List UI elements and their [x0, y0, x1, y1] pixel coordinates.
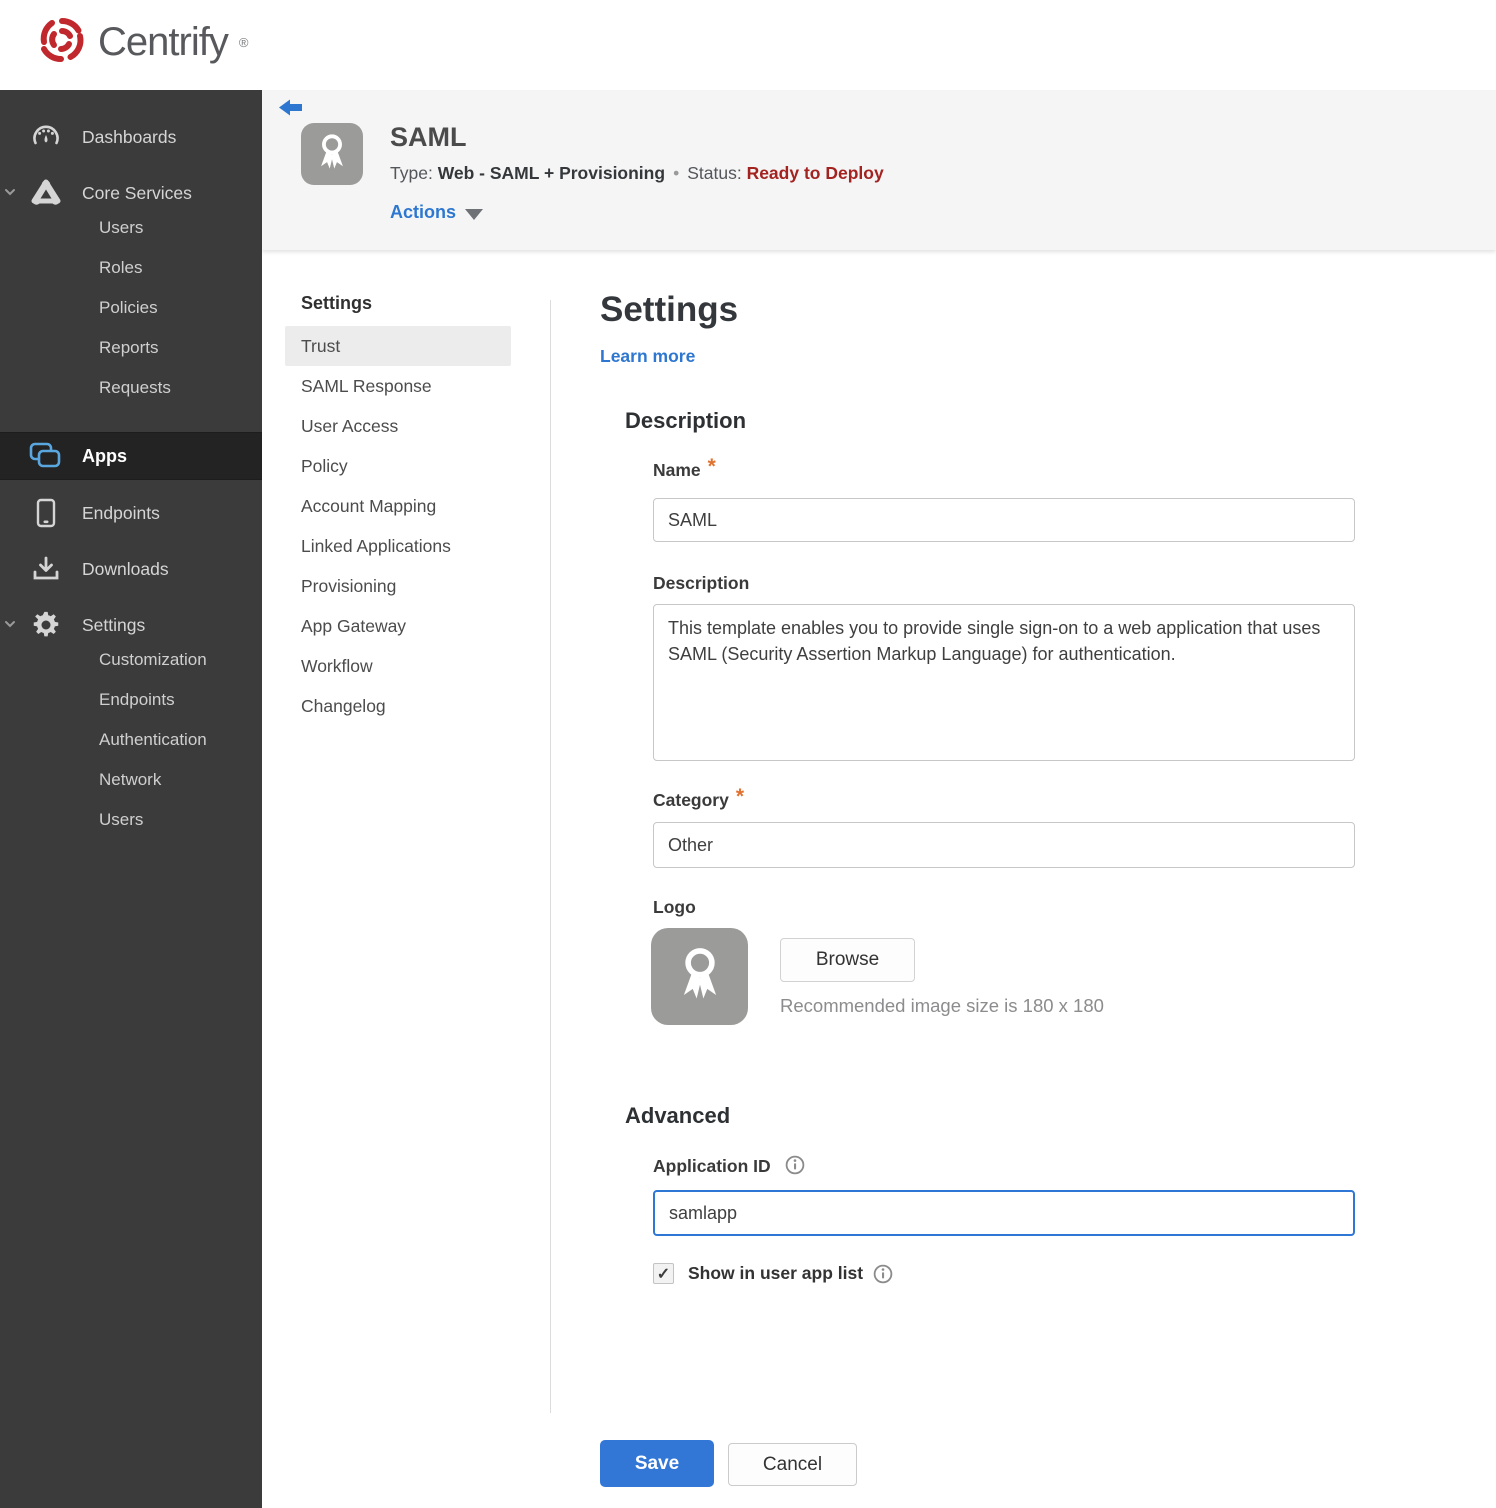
actions-label: Actions [390, 202, 457, 222]
ribbon-icon [672, 943, 728, 1010]
sidebar-item-label: Downloads [82, 558, 169, 579]
sidebar-item-requests[interactable]: Requests [99, 378, 171, 398]
sidebar-item-label: Apps [82, 445, 127, 466]
advanced-section-heading: Advanced [625, 1103, 731, 1128]
status-label: Status: [687, 163, 742, 183]
actions-dropdown[interactable]: Actions [390, 202, 484, 223]
sidebar-item-dashboards[interactable]: Dashboards [0, 118, 262, 156]
page: Centrify ® Dashboards Core Services User… [0, 0, 1496, 1508]
sidebar-item-roles[interactable]: Roles [99, 258, 142, 278]
category-label-row: Category * [653, 785, 745, 812]
status-badge: Ready to Deploy [746, 163, 884, 183]
sidebar-item-endpoints[interactable]: Endpoints [0, 494, 262, 532]
subnav-item-provisioning[interactable]: Provisioning [285, 566, 511, 606]
sidebar-item-label: Endpoints [82, 502, 160, 523]
subnav-item-user-access[interactable]: User Access [285, 406, 511, 446]
gauge-icon [31, 122, 61, 152]
app-header: SAML Type: Web - SAML + Provisioning • Sta… [262, 90, 1496, 250]
sidebar-item-settings-endpoints[interactable]: Endpoints [99, 690, 175, 710]
sidebar-item-label: Dashboards [82, 126, 177, 147]
subnav-item-linked-applications[interactable]: Linked Applications [285, 526, 511, 566]
description-section-heading: Description [625, 408, 747, 433]
back-arrow-icon[interactable] [278, 98, 304, 120]
brand-name: Centrify [98, 20, 229, 64]
application-id-label-row: Application ID [653, 1155, 805, 1177]
category-label: Category [653, 790, 729, 810]
sidebar-item-network[interactable]: Network [99, 770, 161, 790]
sidebar-item-label: Core Services [82, 182, 192, 203]
app-title: SAML [390, 122, 467, 152]
logo-preview [651, 928, 748, 1025]
app-meta: Type: Web - SAML + Provisioning • Status: … [390, 163, 884, 184]
app-logo [301, 123, 363, 185]
category-input[interactable] [653, 822, 1355, 868]
meta-separator: • [673, 163, 680, 183]
application-id-input[interactable] [653, 1190, 1355, 1236]
description-textarea[interactable]: This template enables you to provide sin… [653, 604, 1355, 761]
sidebar: Dashboards Core Services Users Roles Pol… [0, 90, 262, 1508]
show-in-user-app-list-checkbox[interactable]: ✓ [653, 1263, 674, 1284]
app-subnav: Settings Trust SAML Response User Access… [285, 293, 511, 726]
required-asterisk: * [735, 785, 745, 808]
logo-label: Logo [653, 897, 696, 917]
learn-more-link[interactable]: Learn more [600, 346, 695, 367]
subnav-heading: Settings [301, 293, 373, 313]
chevron-down-icon[interactable] [3, 617, 19, 633]
type-label: Type: [390, 163, 433, 183]
sidebar-item-policies[interactable]: Policies [99, 298, 158, 318]
brand-logo: Centrify ® [36, 14, 248, 71]
application-id-label: Application ID [653, 1156, 771, 1176]
sidebar-item-label: Settings [82, 614, 146, 635]
info-icon[interactable] [785, 1155, 805, 1175]
brand-registered-mark: ® [238, 35, 249, 50]
device-icon [31, 498, 61, 528]
core-services-icon [31, 178, 61, 208]
sidebar-item-downloads[interactable]: Downloads [0, 550, 262, 588]
main-content: Settings Learn more Description Name * De… [600, 290, 1400, 1487]
subnav-item-changelog[interactable]: Changelog [285, 686, 511, 726]
logo-hint: Recommended image size is 180 x 180 [780, 995, 1104, 1016]
sidebar-item-reports[interactable]: Reports [99, 338, 159, 358]
ribbon-icon [313, 131, 351, 178]
sidebar-item-core-services[interactable]: Core Services [0, 174, 262, 212]
type-value: Web - SAML + Provisioning [437, 163, 666, 183]
page-title: Settings [600, 290, 739, 329]
checkbox-check-icon: ✓ [656, 1265, 671, 1283]
name-label-row: Name * [653, 455, 716, 482]
info-icon[interactable] [873, 1264, 893, 1284]
top-bar: Centrify ® [0, 0, 1496, 90]
chevron-down-icon[interactable] [3, 185, 19, 201]
show-in-user-app-list-row[interactable]: ✓ Show in user app list [653, 1263, 893, 1284]
show-in-user-app-list-label: Show in user app list [688, 1263, 864, 1283]
centrify-logo-icon [36, 14, 88, 71]
sidebar-item-apps-active[interactable]: Apps [0, 432, 262, 480]
required-asterisk: * [707, 455, 716, 478]
sidebar-item-customization[interactable]: Customization [99, 650, 207, 670]
name-label: Name [653, 460, 701, 480]
name-input[interactable] [653, 498, 1355, 542]
vertical-divider [550, 300, 551, 1413]
sidebar-item-users[interactable]: Users [99, 218, 143, 238]
sidebar-item-settings[interactable]: Settings [0, 606, 262, 644]
save-button[interactable]: Save [600, 1440, 714, 1487]
description-label: Description [653, 573, 750, 593]
cancel-button[interactable]: Cancel [728, 1443, 857, 1486]
sidebar-item-settings-users[interactable]: Users [99, 810, 143, 830]
apps-icon [29, 442, 63, 470]
browse-button[interactable]: Browse [780, 938, 915, 982]
subnav-item-workflow[interactable]: Workflow [285, 646, 511, 686]
subnav-item-policy[interactable]: Policy [285, 446, 511, 486]
subnav-item-app-gateway[interactable]: App Gateway [285, 606, 511, 646]
subnav-item-account-mapping[interactable]: Account Mapping [285, 486, 511, 526]
download-icon [31, 554, 61, 584]
subnav-item-trust[interactable]: Trust [285, 326, 511, 366]
sidebar-item-authentication[interactable]: Authentication [99, 730, 207, 750]
dropdown-triangle-icon [465, 208, 484, 220]
gear-icon [31, 610, 61, 640]
subnav-item-saml-response[interactable]: SAML Response [285, 366, 511, 406]
